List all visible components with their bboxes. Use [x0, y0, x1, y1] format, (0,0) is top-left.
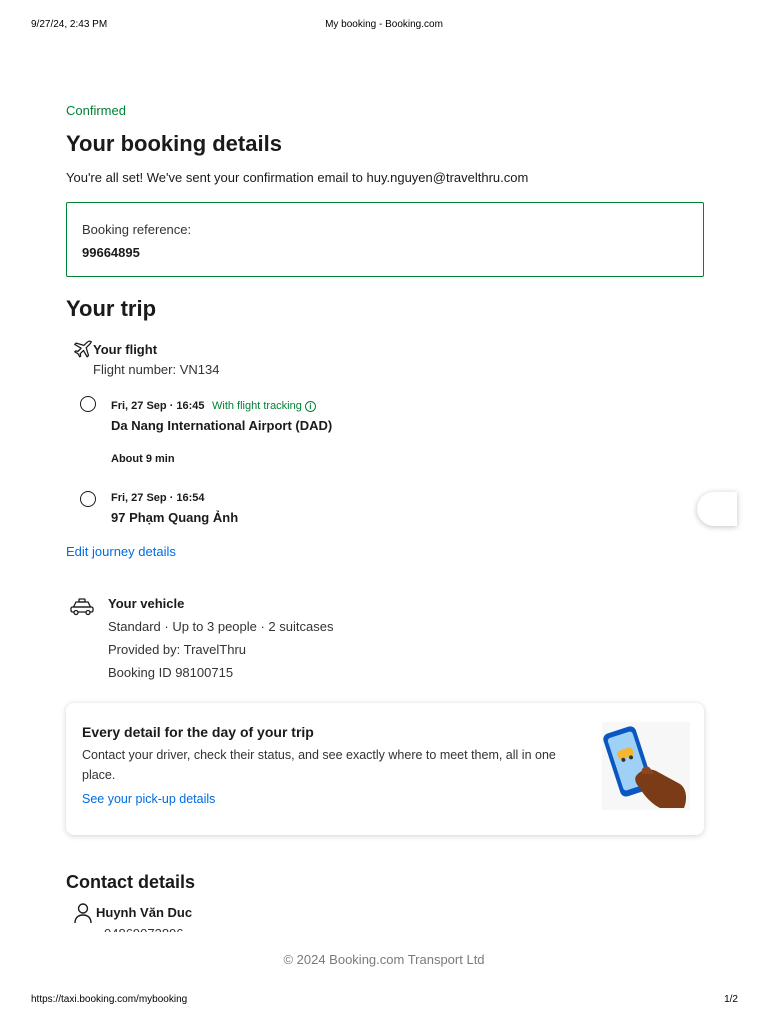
booking-reference-label: Booking reference:: [82, 222, 192, 237]
pickup-location: Da Nang International Airport (DAD): [111, 418, 333, 433]
trip-day-promo-card: Every detail for the day of your trip Co…: [66, 703, 704, 835]
copyright-footer: © 2024 Booking.com Transport Ltd: [283, 952, 485, 967]
promo-card-body: Contact your driver, check their status,…: [82, 748, 556, 782]
booking-reference-box: Booking reference: 99664895: [66, 202, 704, 277]
journey-duration: About 9 min: [111, 453, 175, 465]
contact-phone: 04869073896: [104, 926, 184, 932]
side-panel-toggle[interactable]: [697, 492, 737, 526]
info-icon[interactable]: i: [304, 400, 316, 412]
dropoff-time: Fri, 27 Sep · 16:54: [111, 492, 205, 504]
vehicle-booking-id: Booking ID 98100715: [108, 665, 234, 680]
flight-tracking-badge[interactable]: With flight tracking i: [212, 400, 316, 412]
plane-icon: [74, 340, 92, 358]
flight-tracking-label: With flight tracking: [212, 400, 302, 412]
car-icon: [70, 598, 94, 616]
flight-title: Your flight: [93, 342, 158, 357]
vehicle-title: Your vehicle: [108, 596, 185, 611]
vehicle-provider: Provided by: TravelThru: [108, 642, 247, 657]
print-header-title: My booking - Booking.com: [325, 19, 443, 30]
dropoff-radio-circle-icon: [80, 491, 96, 507]
page-title: Your booking details: [66, 131, 282, 156]
trip-heading: Your trip: [66, 296, 157, 321]
booking-reference-value: 99664895: [82, 245, 140, 260]
print-footer-page: 1/2: [724, 994, 738, 1005]
pickup-details-link[interactable]: See your pick-up details: [82, 792, 215, 806]
contact-heading: Contact details: [66, 872, 196, 892]
phone-hand-illustration: [602, 722, 690, 810]
confirmation-message: You're all set! We've sent your confirma…: [66, 170, 529, 185]
contact-name: Huynh Văn Duc: [96, 905, 193, 920]
vehicle-details: Standard · Up to 3 people · 2 suitcases: [108, 619, 334, 634]
dropoff-location: 97 Phạm Quang Ảnh: [111, 510, 239, 525]
pickup-radio-circle-icon: [80, 396, 96, 412]
promo-card-title: Every detail for the day of your trip: [82, 724, 314, 740]
edit-journey-link[interactable]: Edit journey details: [66, 544, 176, 559]
print-footer-url: https://taxi.booking.com/mybooking: [31, 994, 188, 1005]
booking-status: Confirmed: [66, 103, 126, 118]
pickup-time: Fri, 27 Sep · 16:45: [111, 400, 205, 412]
flight-number: Flight number: VN134: [93, 362, 220, 377]
person-icon: [74, 903, 92, 924]
